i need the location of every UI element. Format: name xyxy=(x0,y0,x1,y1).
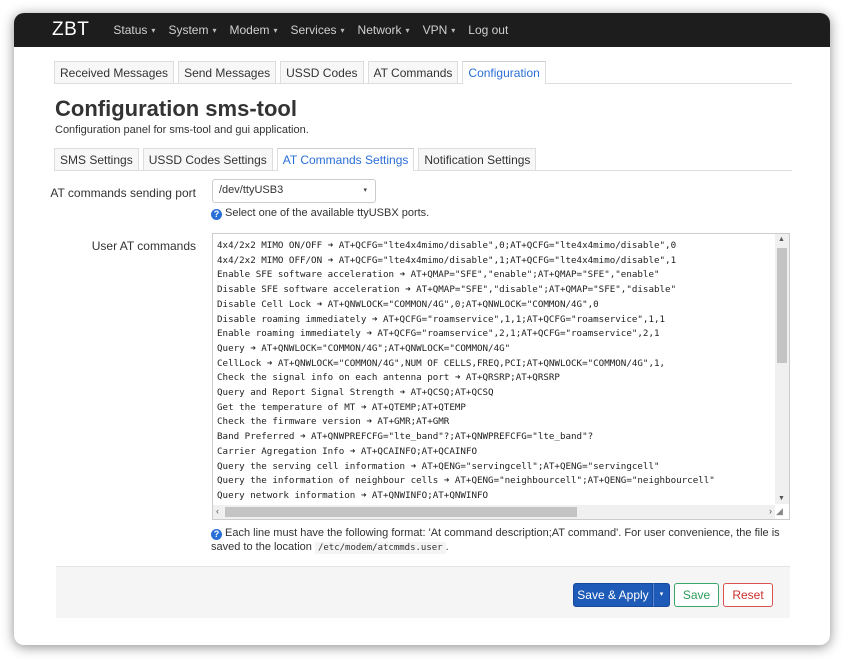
nav-network[interactable]: Network ▾ xyxy=(358,23,410,37)
tab-at-commands[interactable]: AT Commands xyxy=(367,61,459,83)
scroll-left-icon[interactable]: ‹ xyxy=(216,506,219,516)
browser-window: ZBT Status ▾ System ▾ Modem ▾ Services ▾ Net… xyxy=(14,13,830,645)
nav-status[interactable]: Status ▾ xyxy=(113,23,155,37)
port-select-value: /dev/ttyUSB3 xyxy=(219,184,284,196)
at-command-line: Query network information ➜ AT+QNWINFO;A… xyxy=(217,489,489,501)
help-icon: ? xyxy=(211,209,222,220)
chevron-down-icon: ▾ xyxy=(363,187,367,194)
vertical-scrollbar[interactable]: ▲ ▼ xyxy=(775,234,789,504)
chevron-down-icon: ▾ xyxy=(273,25,278,35)
port-help-text: Select one of the available ttyUSBX port… xyxy=(225,207,430,219)
at-command-line: Enable roaming immediately ➜ AT+QCFG="ro… xyxy=(217,328,660,340)
at-command-line: Band Preferred ➜ AT+QNWPREFCFG="lte_band… xyxy=(217,431,594,443)
at-command-line: Enable SFE software acceleration ➜ AT+QM… xyxy=(217,269,660,281)
at-command-line: Query ➜ AT+QNWLOCK="COMMON/4G";AT+QNWLOC… xyxy=(217,342,511,354)
at-command-line: Disable SFE software acceleration ➜ AT+Q… xyxy=(217,284,677,296)
tab-notification-settings[interactable]: Notification Settings xyxy=(418,148,537,170)
file-path: /etc/modem/atcmmds.user xyxy=(314,542,446,554)
scroll-right-icon[interactable]: › xyxy=(769,506,772,516)
at-command-line: Check the signal info on each antenna po… xyxy=(217,372,560,384)
at-command-line: Carrier Agregation Info ➜ AT+QCAINFO;AT+… xyxy=(217,445,477,457)
tab-configuration[interactable]: Configuration xyxy=(462,61,546,84)
at-command-line: CellLock ➜ AT+QNWLOCK="COMMON/4G",NUM OF… xyxy=(217,357,666,369)
user-help-end: . xyxy=(445,541,449,553)
scroll-down-icon[interactable]: ▼ xyxy=(778,495,785,502)
sub-tabs: SMS Settings USSD Codes Settings AT Comm… xyxy=(54,148,792,171)
at-command-line: Check the firmware version ➜ AT+GMR;AT+G… xyxy=(217,416,450,428)
top-navbar: ZBT Status ▾ System ▾ Modem ▾ Services ▾ Net… xyxy=(14,13,830,47)
page-description: Configuration panel for sms-tool and gui… xyxy=(55,124,309,136)
at-command-line: 4x4/2x2 MIMO OFF/ON ➜ AT+QCFG="lte4x4mim… xyxy=(217,254,677,266)
textarea-content[interactable]: 4x4/2x2 MIMO ON/OFF ➜ AT+QCFG="lte4x4mim… xyxy=(217,239,774,504)
page-title: Configuration sms-tool xyxy=(55,96,297,121)
chevron-down-icon: ▾ xyxy=(340,25,345,35)
horizontal-scrollbar[interactable]: ‹ › xyxy=(213,505,775,519)
tab-received-messages[interactable]: Received Messages xyxy=(54,61,175,83)
chevron-down-icon: ▾ xyxy=(151,25,156,35)
brand-logo[interactable]: ZBT xyxy=(52,19,89,41)
tab-ussd-codes[interactable]: USSD Codes xyxy=(280,61,364,83)
save-apply-button[interactable]: Save & Apply xyxy=(573,583,653,607)
resize-grip-icon[interactable]: ◢ xyxy=(776,506,788,518)
tab-ussd-codes-settings[interactable]: USSD Codes Settings xyxy=(142,148,273,170)
help-icon: ? xyxy=(211,529,222,540)
chevron-down-icon: ▾ xyxy=(212,25,217,35)
save-button[interactable]: Save xyxy=(674,583,719,607)
scroll-up-icon[interactable]: ▲ xyxy=(778,236,785,243)
user-help-text: Each line must have the following format… xyxy=(211,527,780,553)
at-command-line: Get the temperature of MT ➜ AT+QTEMP;AT+… xyxy=(217,401,466,413)
chevron-down-icon: ▾ xyxy=(451,25,456,35)
reset-button[interactable]: Reset xyxy=(723,583,773,607)
port-help: ? Select one of the available ttyUSBX por… xyxy=(211,206,429,220)
user-at-commands-label: User AT commands xyxy=(91,239,196,253)
horizontal-scroll-thumb[interactable] xyxy=(225,507,577,517)
save-apply-dropdown-button[interactable]: ▾ xyxy=(653,583,670,607)
at-command-line: Query the serving cell information ➜ AT+… xyxy=(217,460,660,472)
nav-logout[interactable]: Log out xyxy=(468,23,508,37)
at-command-line: Query and Report Signal Strength ➜ AT+QC… xyxy=(217,387,494,399)
tab-send-messages[interactable]: Send Messages xyxy=(178,61,277,83)
chevron-down-icon: ▾ xyxy=(405,25,410,35)
tab-sms-settings[interactable]: SMS Settings xyxy=(54,148,139,170)
vertical-scroll-thumb[interactable] xyxy=(777,248,787,363)
nav-vpn[interactable]: VPN ▾ xyxy=(423,23,456,37)
at-command-line: 4x4/2x2 MIMO ON/OFF ➜ AT+QCFG="lte4x4mim… xyxy=(217,240,677,251)
nav-modem[interactable]: Modem ▾ xyxy=(229,23,277,37)
nav-system[interactable]: System ▾ xyxy=(168,23,216,37)
at-command-line: Query the information of neighbour cells… xyxy=(217,475,715,487)
user-help: ? Each line must have the following forma… xyxy=(211,526,786,555)
top-tabs: Received Messages Send Messages USSD Cod… xyxy=(54,61,792,84)
at-command-line: Disable Cell Lock ➜ AT+QNWLOCK="COMMON/4… xyxy=(217,298,599,310)
tab-at-commands-settings[interactable]: AT Commands Settings xyxy=(276,148,415,171)
port-select[interactable]: /dev/ttyUSB3 ▾ xyxy=(212,179,376,203)
port-label: AT commands sending port xyxy=(50,186,196,200)
at-command-line: Disable roaming immediately ➜ AT+QCFG="r… xyxy=(217,313,666,325)
user-at-commands-textarea[interactable]: 4x4/2x2 MIMO ON/OFF ➜ AT+QCFG="lte4x4mim… xyxy=(212,233,790,520)
nav-services[interactable]: Services ▾ xyxy=(291,23,345,37)
